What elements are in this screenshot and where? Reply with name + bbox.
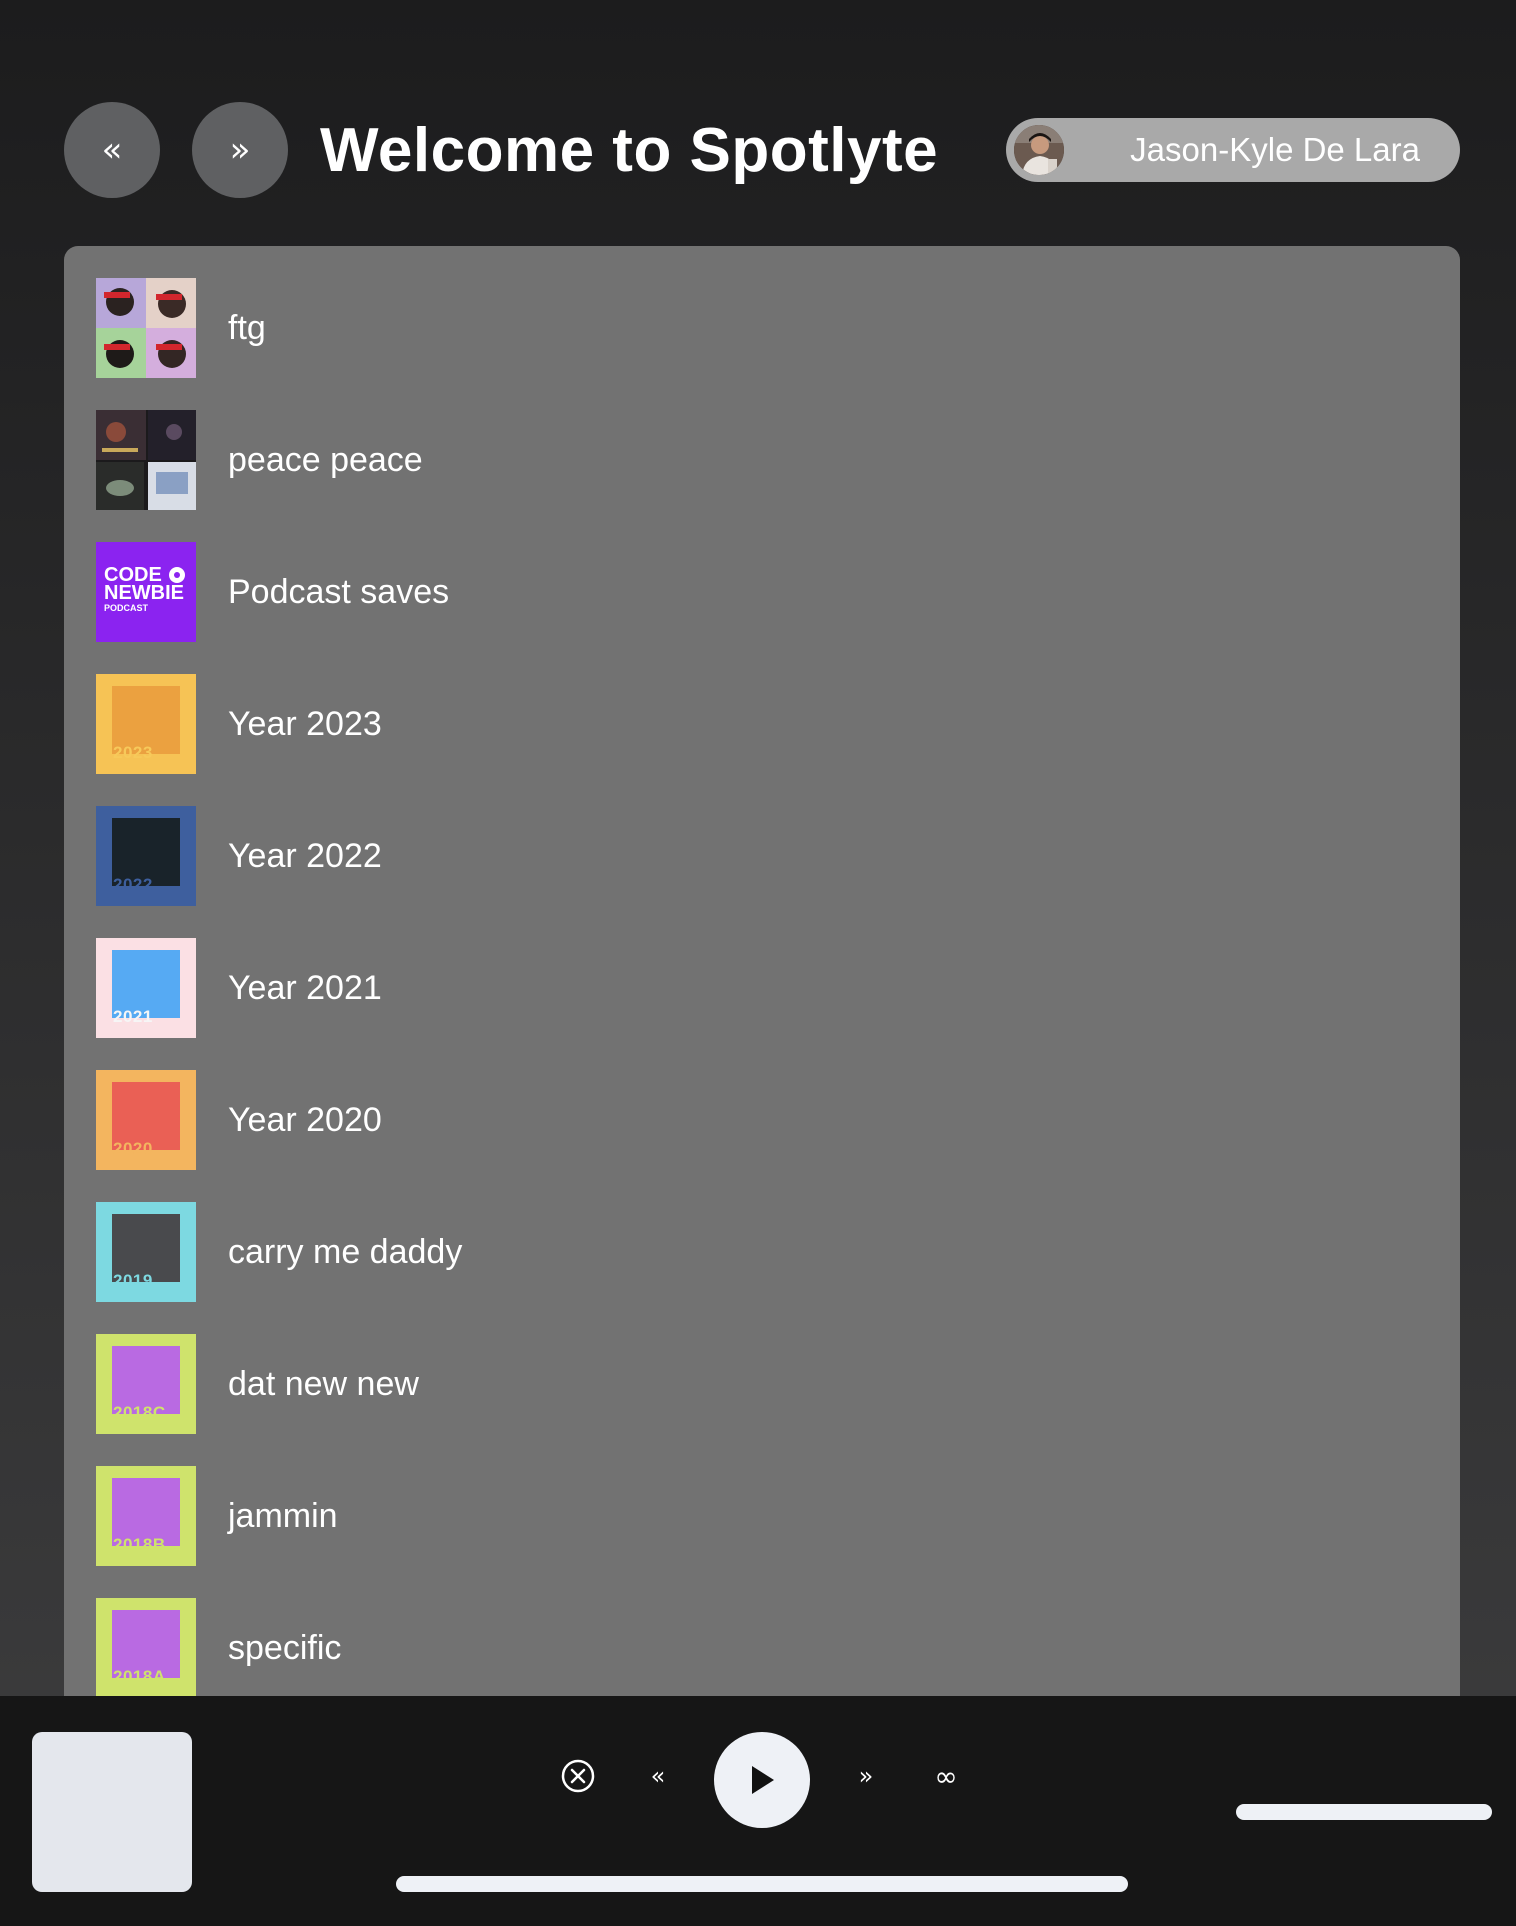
page-title: Welcome to Spotlyte xyxy=(320,116,939,185)
cover-year-label: 2022 xyxy=(113,875,153,894)
playlist-name: Year 2023 xyxy=(228,704,382,743)
playlist-cover: 2018C xyxy=(96,1334,196,1434)
playlist-name: dat new new xyxy=(228,1364,419,1403)
next-button[interactable]: » xyxy=(848,1758,884,1794)
playlist-cover: 2023 xyxy=(96,674,196,774)
cover-year-label: 2019 xyxy=(113,1271,153,1290)
cover-year-label: 2018B xyxy=(113,1535,166,1554)
playlist-cover: 2018A xyxy=(96,1598,196,1696)
playlist-name: Podcast saves xyxy=(228,572,450,611)
cover-year-label: 2023 xyxy=(113,743,153,762)
header: « » Welcome to Spotlyte Jason-Kyle De La… xyxy=(0,0,1516,246)
playlist-cover: CODE NEWBIE PODCAST xyxy=(96,542,196,642)
avatar xyxy=(1014,125,1064,175)
playlist-item[interactable]: 2019 carry me daddy xyxy=(96,1202,1426,1302)
playlist-name: Year 2021 xyxy=(228,968,382,1007)
shuffle-button[interactable] xyxy=(560,1758,596,1794)
progress-bar[interactable] xyxy=(396,1876,1128,1892)
playlist-cover: 2019 xyxy=(96,1202,196,1302)
playlist-item[interactable]: CODE NEWBIE PODCAST Podcast saves xyxy=(96,542,1426,642)
playlist-name: Year 2022 xyxy=(228,836,382,875)
cover-year-label: 2020 xyxy=(113,1139,153,1158)
playlist-item[interactable]: peace peace xyxy=(96,410,1426,510)
podcast-icon xyxy=(169,567,185,583)
playlist-cover: 2020 xyxy=(96,1070,196,1170)
forward-button[interactable]: » xyxy=(192,102,288,198)
cover-year-label: 2018C xyxy=(113,1403,166,1422)
playlist-item[interactable]: 2018A specific xyxy=(96,1598,1426,1696)
double-chevron-left-icon: « xyxy=(650,1762,666,1790)
user-profile-button[interactable]: Jason-Kyle De Lara xyxy=(1006,118,1460,182)
now-playing-artwork xyxy=(32,1732,192,1892)
playlist-cover: 2018B xyxy=(96,1466,196,1566)
playlist-item[interactable]: 2018B jammin xyxy=(96,1466,1426,1566)
playlist-item[interactable]: 2018C dat new new xyxy=(96,1334,1426,1434)
playlist-name: Year 2020 xyxy=(228,1100,382,1139)
playlist-cover: 2021 xyxy=(96,938,196,1038)
playlist-name: peace peace xyxy=(228,440,423,479)
playlist-item[interactable]: 2022 Year 2022 xyxy=(96,806,1426,906)
playlist-cover: 2022 xyxy=(96,806,196,906)
player-bar: « » ∞ xyxy=(0,1696,1516,1926)
playlist-item[interactable]: 2021 Year 2021 xyxy=(96,938,1426,1038)
playlist-list: ftg peace peace CODE NEWBIE PODCAST Podc… xyxy=(64,246,1460,1696)
previous-button[interactable]: « xyxy=(640,1758,676,1794)
close-circle-icon xyxy=(561,1759,595,1793)
cover-text: NEWBIE xyxy=(104,582,184,604)
double-chevron-left-icon: « xyxy=(101,130,123,170)
playlist-name: specific xyxy=(228,1628,342,1667)
loop-button[interactable]: ∞ xyxy=(928,1758,964,1794)
playlist-name: jammin xyxy=(228,1496,338,1535)
playlist-cover xyxy=(96,410,196,510)
play-button[interactable] xyxy=(714,1732,810,1828)
play-icon xyxy=(752,1766,774,1794)
playlist-name: ftg xyxy=(228,308,266,347)
playlist-item[interactable]: 2023 Year 2023 xyxy=(96,674,1426,774)
volume-slider[interactable] xyxy=(1236,1804,1492,1820)
double-chevron-right-icon: » xyxy=(858,1762,874,1790)
infinity-icon: ∞ xyxy=(934,1759,958,1793)
cover-year-label: 2021 xyxy=(113,1007,153,1026)
back-button[interactable]: « xyxy=(64,102,160,198)
double-chevron-right-icon: » xyxy=(229,130,251,170)
playlist-name: carry me daddy xyxy=(228,1232,463,1271)
playlist-item[interactable]: 2020 Year 2020 xyxy=(96,1070,1426,1170)
playlist-item[interactable]: ftg xyxy=(96,278,1426,378)
playlist-cover xyxy=(96,278,196,378)
user-name: Jason-Kyle De Lara xyxy=(1130,131,1420,168)
cover-year-label: 2018A xyxy=(113,1667,166,1686)
